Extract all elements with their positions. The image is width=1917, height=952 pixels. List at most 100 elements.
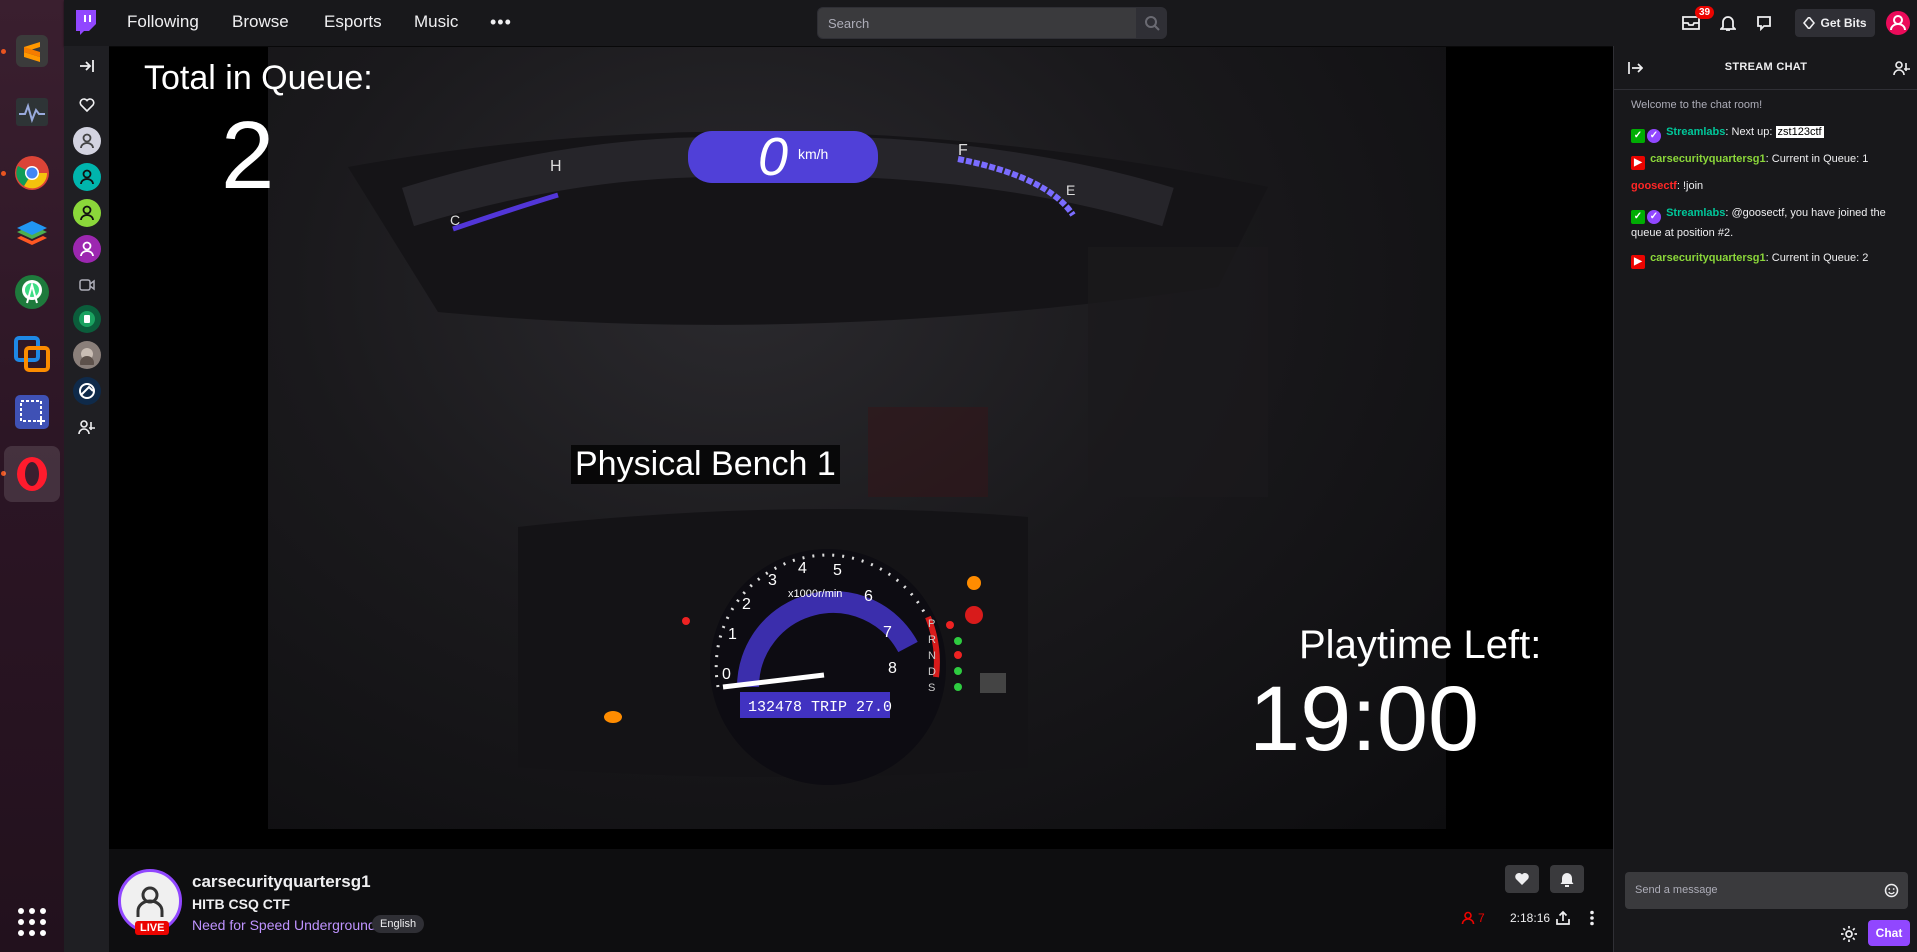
svg-text:0: 0 bbox=[722, 666, 731, 683]
chrome-icon[interactable] bbox=[4, 145, 60, 201]
svg-text:km/h: km/h bbox=[798, 146, 828, 162]
show-apps-icon[interactable] bbox=[18, 908, 46, 936]
recommended-friends-icon[interactable] bbox=[73, 413, 101, 441]
channel-avatar[interactable] bbox=[73, 305, 101, 333]
svg-text:D: D bbox=[928, 666, 936, 678]
viewer-count: 7 bbox=[1461, 911, 1485, 925]
queue-total-value: 2 bbox=[221, 102, 275, 209]
viewers-icon bbox=[1461, 911, 1475, 925]
chat-username[interactable]: goosectf bbox=[1631, 180, 1677, 192]
chat-username[interactable]: carsecurityquartersg1 bbox=[1650, 153, 1766, 165]
playtime-value: 19:00 bbox=[1249, 668, 1480, 770]
followed-channels-sidebar bbox=[64, 46, 109, 952]
svg-text:S: S bbox=[928, 682, 935, 694]
opera-icon[interactable] bbox=[4, 446, 60, 502]
top-navigation: Following Browse Esports Music ••• Searc… bbox=[64, 0, 1917, 46]
get-bits-button[interactable]: Get Bits bbox=[1795, 9, 1875, 37]
heart-icon bbox=[1515, 873, 1529, 885]
stream-title: HITB CSQ CTF bbox=[192, 896, 290, 912]
playtime-label: Playtime Left: bbox=[1299, 623, 1542, 667]
sublime-text-icon[interactable] bbox=[4, 23, 60, 79]
system-monitor-icon[interactable] bbox=[4, 84, 60, 140]
language-tag[interactable]: English bbox=[372, 915, 425, 933]
chat-username[interactable]: carsecurityquartersg1 bbox=[1650, 252, 1766, 264]
search-icon[interactable] bbox=[1137, 7, 1167, 39]
virtualbox-icon[interactable] bbox=[4, 326, 60, 382]
chat-header: STREAM CHAT bbox=[1614, 46, 1917, 90]
chat-username[interactable]: Streamlabs bbox=[1666, 207, 1725, 219]
game-category-link[interactable]: Need for Speed Underground bbox=[192, 917, 376, 933]
chat-send-button[interactable]: Chat bbox=[1868, 920, 1910, 946]
svg-text:5: 5 bbox=[833, 562, 842, 579]
dock-app-partial[interactable] bbox=[4, 0, 60, 8]
chat-message-input[interactable]: Send a message bbox=[1625, 872, 1908, 909]
search-input[interactable]: Search bbox=[817, 7, 1137, 39]
channel-avatar[interactable] bbox=[73, 127, 101, 155]
emote-picker-icon[interactable] bbox=[1884, 883, 1899, 898]
chat-message: goosectf: !join bbox=[1631, 177, 1906, 195]
channel-avatar[interactable] bbox=[73, 341, 101, 369]
layers-app-icon[interactable] bbox=[4, 206, 60, 262]
svg-text:2: 2 bbox=[742, 596, 751, 613]
bits-icon bbox=[1803, 17, 1816, 29]
video-player[interactable]: 0 km/h H F C E 0 1 2 3 4 5 6 7 8 x1000r/ bbox=[109, 47, 1613, 849]
nav-following[interactable]: Following bbox=[127, 12, 199, 32]
more-options-icon[interactable] bbox=[1583, 909, 1601, 927]
nav-music[interactable]: Music bbox=[414, 12, 458, 32]
queue-total-label: Total in Queue: bbox=[144, 59, 373, 97]
svg-text:3: 3 bbox=[768, 572, 777, 589]
live-channels-icon bbox=[73, 271, 101, 299]
share-icon[interactable] bbox=[1554, 909, 1572, 927]
svg-text:132478 TRIP 27.0: 132478 TRIP 27.0 bbox=[748, 699, 892, 716]
notifications-toggle-button[interactable] bbox=[1550, 865, 1584, 893]
stream-info-bar: LIVE carsecurityquartersg1 HITB CSQ CTF … bbox=[109, 849, 1613, 952]
chat-text: Current in Queue: 1 bbox=[1771, 153, 1869, 165]
chat-settings-gear-icon[interactable] bbox=[1840, 925, 1858, 943]
stream-uptime: 2:18:16 bbox=[1510, 911, 1551, 925]
chat-text: Current in Queue: 2 bbox=[1771, 252, 1869, 264]
community-users-icon[interactable] bbox=[1892, 58, 1912, 78]
viewer-count-value: 7 bbox=[1478, 911, 1485, 925]
channel-name[interactable]: carsecurityquartersg1 bbox=[192, 872, 371, 892]
os-dock bbox=[0, 0, 64, 952]
svg-text:7: 7 bbox=[883, 624, 892, 641]
svg-text:0: 0 bbox=[758, 127, 788, 187]
android-studio-icon[interactable] bbox=[4, 264, 60, 320]
verified-bot-badge-icon: ✓ bbox=[1631, 129, 1645, 143]
expand-sidebar-icon[interactable] bbox=[73, 52, 101, 80]
twitch-logo-icon[interactable] bbox=[74, 10, 98, 36]
get-bits-label: Get Bits bbox=[1820, 16, 1867, 30]
channel-avatar[interactable] bbox=[73, 163, 101, 191]
svg-text:4: 4 bbox=[798, 560, 807, 577]
channel-avatar[interactable] bbox=[73, 199, 101, 227]
screenshot-tool-icon[interactable] bbox=[4, 384, 60, 440]
svg-text:P: P bbox=[928, 618, 935, 630]
svg-text:N: N bbox=[928, 650, 936, 662]
svg-text:F: F bbox=[958, 142, 968, 159]
channel-avatar[interactable] bbox=[73, 235, 101, 263]
svg-text:x1000r/min: x1000r/min bbox=[788, 588, 842, 600]
whispers-icon[interactable] bbox=[1753, 12, 1775, 34]
channel-avatar[interactable] bbox=[73, 377, 101, 405]
inbox-count-badge: 39 bbox=[1695, 6, 1715, 19]
more-menu-icon[interactable]: ••• bbox=[490, 12, 512, 33]
notifications-icon[interactable] bbox=[1717, 12, 1739, 34]
follow-button[interactable] bbox=[1505, 865, 1539, 893]
bell-icon bbox=[1560, 873, 1574, 887]
live-badge: LIVE bbox=[135, 921, 170, 935]
chat-username[interactable]: Streamlabs bbox=[1666, 126, 1725, 138]
svg-text:1: 1 bbox=[728, 626, 737, 643]
chat-input-placeholder: Send a message bbox=[1635, 884, 1718, 896]
chat-message: ▶ carsecurityquartersg1: Current in Queu… bbox=[1631, 150, 1906, 170]
user-avatar[interactable] bbox=[1886, 11, 1910, 35]
chat-message: ▶ carsecurityquartersg1: Current in Queu… bbox=[1631, 249, 1906, 269]
stream-chat-panel: STREAM CHAT Welcome to the chat room! ✓ ✓… bbox=[1613, 46, 1917, 952]
nav-esports[interactable]: Esports bbox=[324, 12, 382, 32]
followed-heart-icon bbox=[73, 91, 101, 119]
nav-browse[interactable]: Browse bbox=[232, 12, 289, 32]
chat-welcome-message: Welcome to the chat room! bbox=[1631, 99, 1763, 111]
svg-text:H: H bbox=[550, 158, 562, 175]
partner-badge-icon: ✓ bbox=[1647, 129, 1661, 143]
bench-label: Physical Bench 1 bbox=[571, 445, 840, 484]
chat-message: ✓ ✓ Streamlabs: Next up: zst123ctf bbox=[1631, 123, 1906, 143]
